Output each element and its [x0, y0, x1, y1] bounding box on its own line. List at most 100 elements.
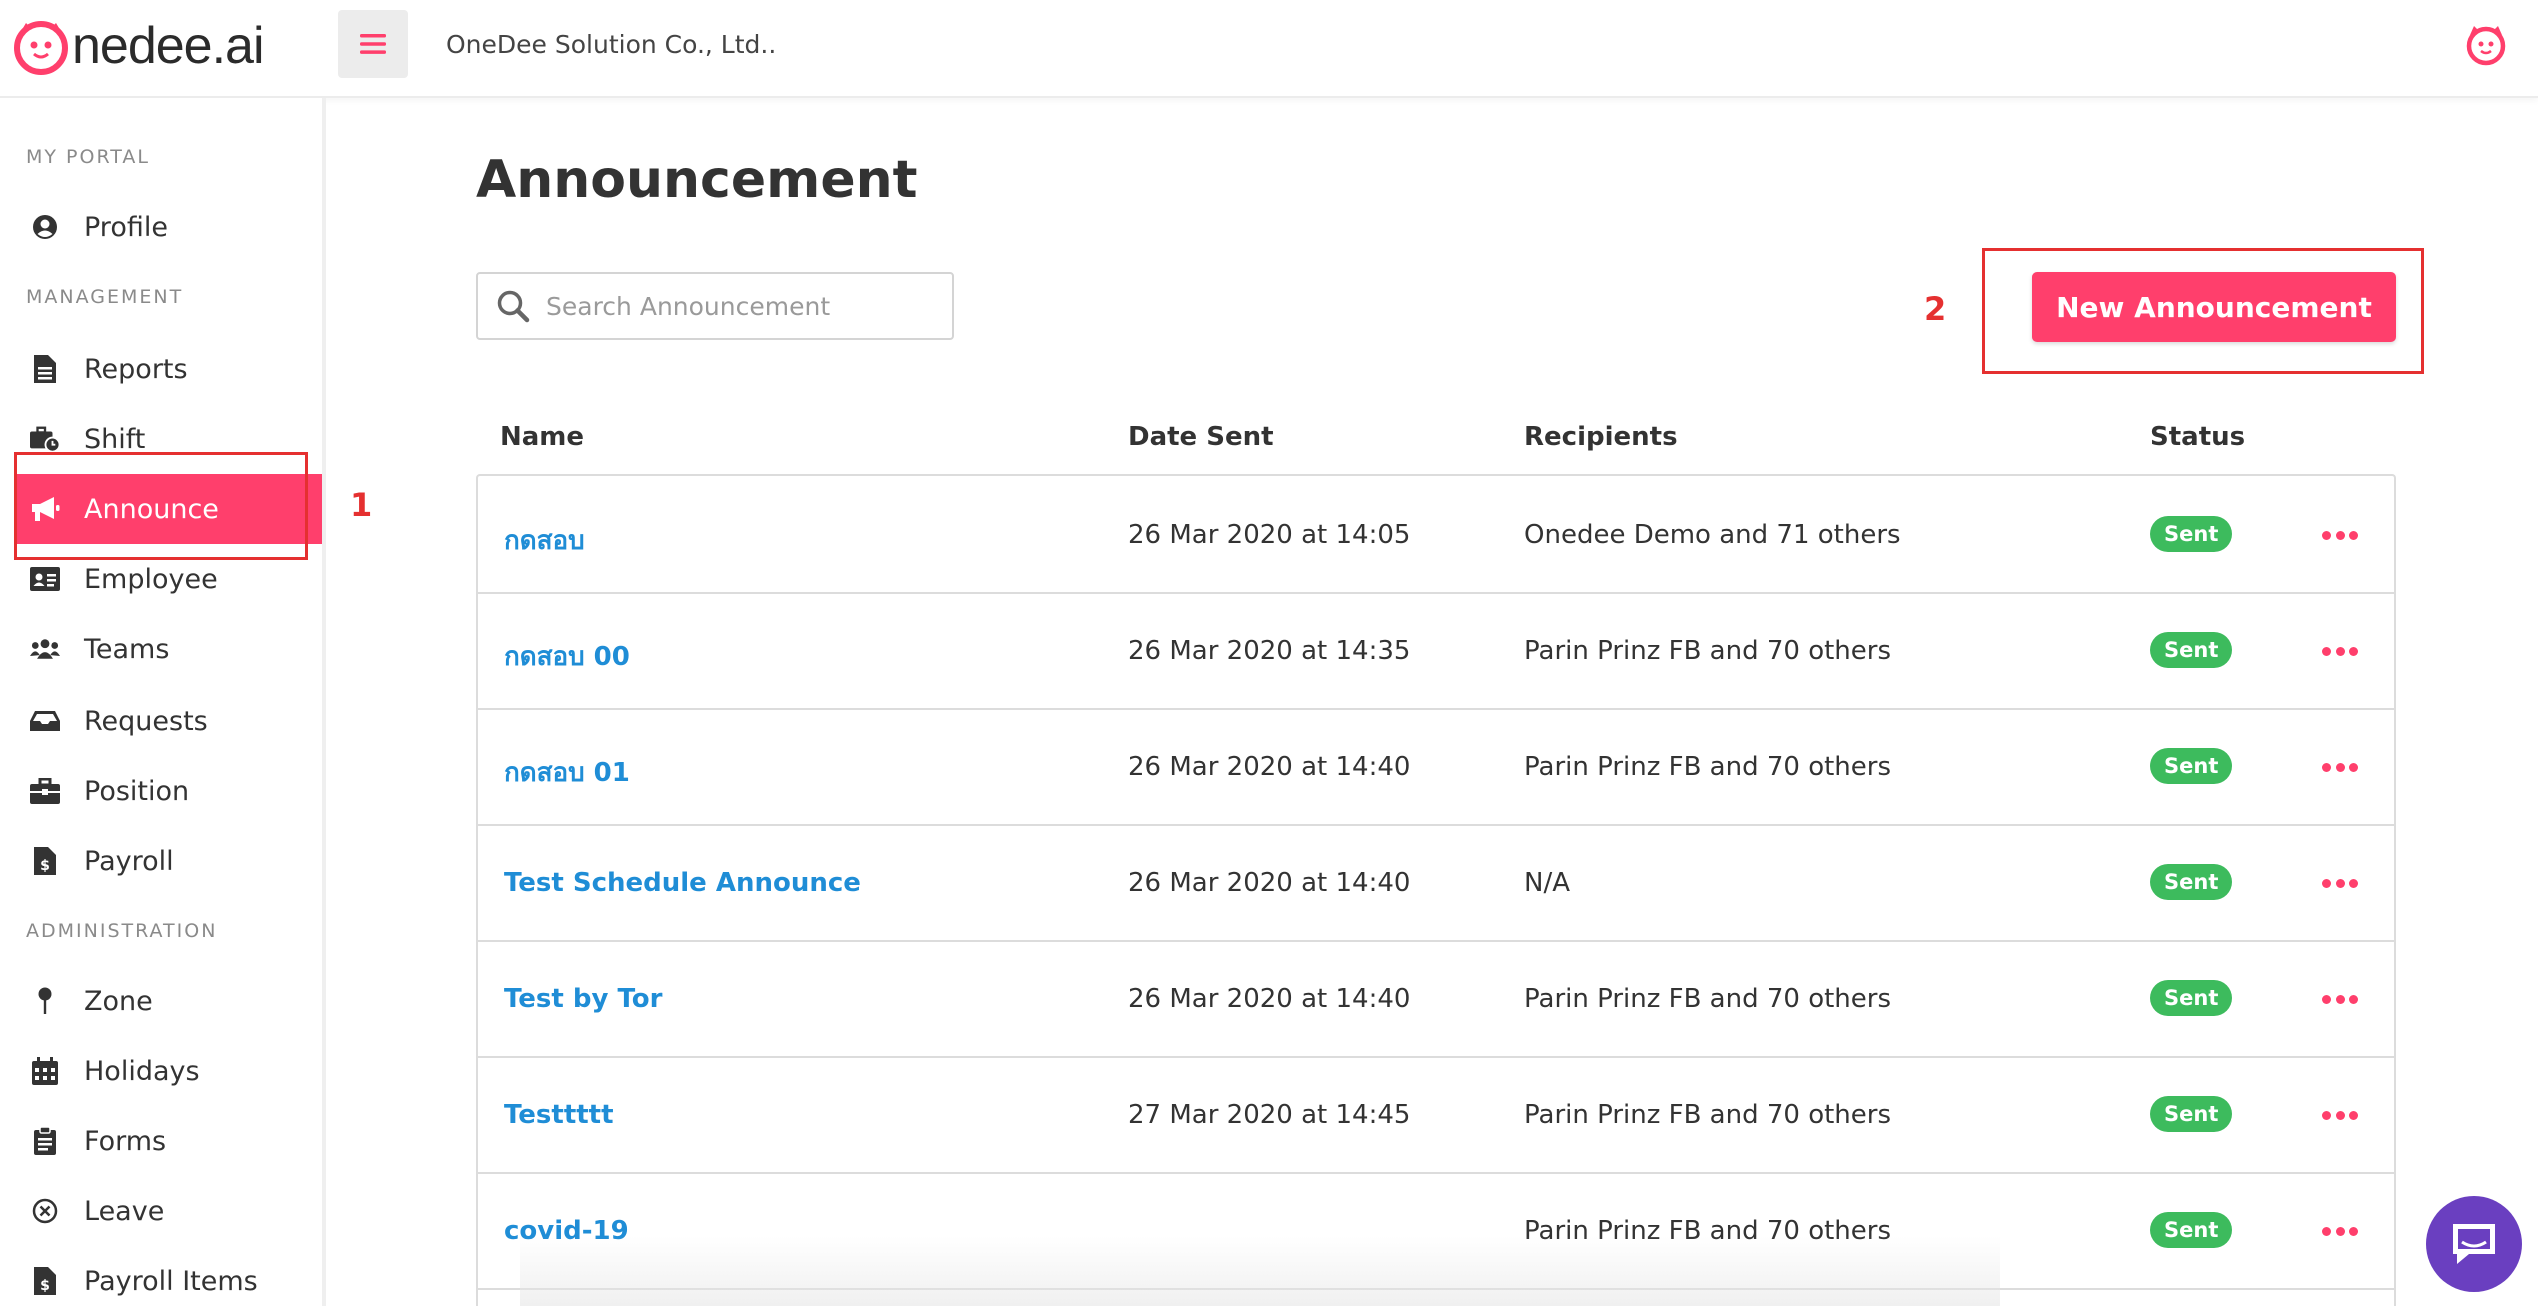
sidebar-item-label: Payroll Items	[84, 1265, 258, 1297]
chat-button[interactable]	[2426, 1196, 2522, 1292]
times-circle-icon	[30, 1196, 60, 1226]
more-options-icon[interactable]	[2322, 1216, 2358, 1246]
sidebar-item-label: Teams	[84, 633, 170, 665]
new-announcement-button[interactable]: New Announcement	[2032, 272, 2396, 342]
sidebar-item-label: Payroll	[84, 845, 174, 877]
date-sent: 26 Mar 2020 at 14:40	[1128, 868, 1411, 898]
table-row[interactable]: Test by Tor 26 Mar 2020 at 14:40 Parin P…	[478, 940, 2394, 1058]
briefcase-clock-icon	[30, 424, 60, 454]
recipients: Parin Prinz FB and 70 others	[1524, 1100, 1892, 1130]
section-label-administration: ADMINISTRATION	[26, 920, 218, 942]
inbox-icon	[30, 706, 60, 736]
section-label-my-portal: MY PORTAL	[26, 146, 150, 168]
table-row[interactable]: covid-19 Parin Prinz FB and 70 others Se…	[478, 1172, 2394, 1290]
recipients: Parin Prinz FB and 70 others	[1524, 984, 1892, 1014]
status-badge: Sent	[2150, 516, 2233, 552]
sidebar-item-payroll[interactable]: $ Payroll	[14, 826, 322, 896]
more-options-icon[interactable]	[2322, 636, 2358, 666]
sidebar-item-holidays[interactable]: Holidays	[14, 1036, 322, 1106]
table-row[interactable]: กดสอบ 00 26 Mar 2020 at 14:35 Parin Prin…	[478, 592, 2394, 710]
date-sent: 26 Mar 2020 at 14:40	[1128, 752, 1411, 782]
status-badge: Sent	[2150, 864, 2233, 900]
hamburger-icon	[360, 34, 386, 54]
date-sent: 26 Mar 2020 at 14:05	[1128, 520, 1411, 550]
svg-text:$: $	[40, 858, 50, 874]
table-row[interactable]: กดสอบ 01 26 Mar 2020 at 14:40 Parin Prin…	[478, 708, 2394, 826]
id-card-icon	[30, 564, 60, 594]
search-box[interactable]	[476, 272, 954, 340]
announcement-name-link[interactable]: Test Schedule Announce	[504, 868, 861, 898]
status-badge: Sent	[2150, 632, 2233, 668]
sidebar-item-label: Profile	[84, 211, 168, 243]
column-header-date-sent[interactable]: Date Sent	[1128, 422, 1274, 452]
logo[interactable]: nedee.ai	[12, 14, 265, 78]
sidebar-item-label: Zone	[84, 985, 153, 1017]
announcement-name-link[interactable]: กดสอบ 00	[504, 636, 630, 677]
sidebar-item-label: Position	[84, 775, 190, 807]
recipients: Onedee Demo and 71 others	[1524, 520, 1901, 550]
more-options-icon[interactable]	[2322, 752, 2358, 782]
document-icon	[30, 354, 60, 384]
recipients: Parin Prinz FB and 70 others	[1524, 1216, 1892, 1246]
users-icon	[30, 634, 60, 664]
table-row[interactable]: Testtttt 27 Mar 2020 at 14:45 Parin Prin…	[478, 1056, 2394, 1174]
calendar-icon	[30, 1056, 60, 1086]
announcement-name-link[interactable]: Testtttt	[504, 1100, 614, 1130]
user-circle-icon	[30, 212, 60, 242]
more-options-icon[interactable]	[2322, 1100, 2358, 1130]
sidebar-item-label: Requests	[84, 705, 208, 737]
sidebar-item-leave[interactable]: Leave	[14, 1176, 322, 1246]
recipients: Parin Prinz FB and 70 others	[1524, 636, 1892, 666]
column-header-status[interactable]: Status	[2150, 422, 2245, 452]
sidebar-item-teams[interactable]: Teams	[14, 614, 322, 684]
map-pin-icon	[30, 986, 60, 1016]
company-name: OneDee Solution Co., Ltd..	[446, 30, 777, 59]
search-input[interactable]	[544, 290, 928, 322]
sidebar-item-zone[interactable]: Zone	[14, 966, 322, 1036]
invoice-dollar-icon: $	[30, 1266, 60, 1296]
sidebar-item-position[interactable]: Position	[14, 756, 322, 826]
top-bar: nedee.ai OneDee Solution Co., Ltd..	[0, 0, 2538, 98]
chat-bubble-icon	[2453, 1224, 2495, 1264]
column-header-recipients[interactable]: Recipients	[1524, 422, 1678, 452]
sidebar: MY PORTAL Profile MANAGEMENT Reports Shi…	[0, 98, 326, 1306]
annotation-box-1	[14, 452, 308, 560]
announcement-table: กดสอบ 26 Mar 2020 at 14:05 Onedee Demo a…	[476, 474, 2396, 1306]
status-badge: Sent	[2150, 748, 2233, 784]
sidebar-item-label: Reports	[84, 353, 188, 385]
status-badge: Sent	[2150, 1212, 2233, 1248]
briefcase-icon	[30, 776, 60, 806]
more-options-icon[interactable]	[2322, 868, 2358, 898]
column-header-name[interactable]: Name	[500, 422, 584, 452]
sidebar-item-label: Employee	[84, 563, 218, 595]
announcement-name-link[interactable]: กดสอบ	[504, 520, 585, 561]
annotation-number-1: 1	[350, 486, 373, 524]
sidebar-item-profile[interactable]: Profile	[14, 192, 322, 262]
annotation-number-2: 2	[1924, 290, 1947, 328]
user-avatar-icon[interactable]	[2464, 22, 2508, 66]
announcement-name-link[interactable]: covid-19	[504, 1216, 629, 1246]
recipients: N/A	[1524, 868, 1570, 898]
sidebar-item-label: Leave	[84, 1195, 165, 1227]
announcement-name-link[interactable]: Test by Tor	[504, 984, 662, 1014]
more-options-icon[interactable]	[2322, 984, 2358, 1014]
sidebar-item-label: Shift	[84, 423, 146, 455]
announcement-name-link[interactable]: กดสอบ 01	[504, 752, 630, 793]
svg-text:$: $	[40, 1278, 50, 1294]
more-options-icon[interactable]	[2322, 520, 2358, 550]
section-label-management: MANAGEMENT	[26, 286, 184, 308]
recipients: Parin Prinz FB and 70 others	[1524, 752, 1892, 782]
table-row[interactable]: Test Schedule Announce 26 Mar 2020 at 14…	[478, 824, 2394, 942]
date-sent: 27 Mar 2020 at 14:45	[1128, 1100, 1411, 1130]
logo-text: nedee.ai	[72, 17, 265, 75]
clipboard-icon	[30, 1126, 60, 1156]
sidebar-item-forms[interactable]: Forms	[14, 1106, 322, 1176]
sidebar-item-reports[interactable]: Reports	[14, 334, 322, 404]
sidebar-item-requests[interactable]: Requests	[14, 686, 322, 756]
menu-toggle-button[interactable]	[338, 10, 408, 78]
search-icon	[497, 290, 530, 323]
date-sent: 26 Mar 2020 at 14:40	[1128, 984, 1411, 1014]
invoice-dollar-icon: $	[30, 846, 60, 876]
logo-face-icon	[14, 21, 68, 75]
table-row[interactable]: กดสอบ 26 Mar 2020 at 14:05 Onedee Demo a…	[478, 476, 2394, 594]
